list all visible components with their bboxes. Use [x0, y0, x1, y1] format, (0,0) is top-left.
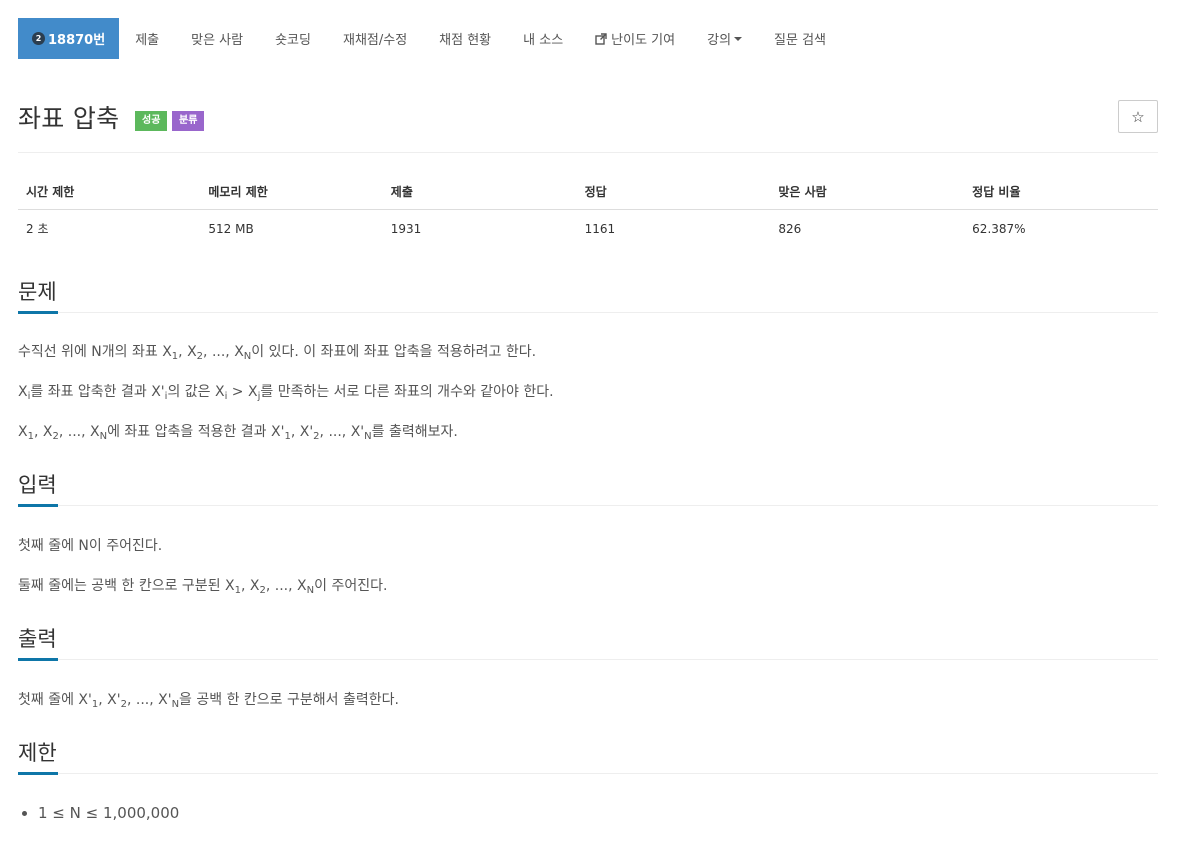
- problem-info-table: 시간 제한 메모리 제한 제출 정답 맞은 사람 정답 비율 2 초 512 M…: [18, 173, 1158, 246]
- status-badge: 성공: [135, 111, 168, 131]
- problem-paragraph-1: 수직선 위에 N개의 좌표 X1, X2, ..., XN이 있다. 이 좌표에…: [18, 344, 537, 362]
- table-header-row: 시간 제한 메모리 제한 제출 정답 맞은 사람 정답 비율: [18, 173, 1158, 210]
- accepted-value: 1161: [584, 221, 616, 236]
- input-paragraph-2: 둘째 줄에는 공백 한 칸으로 구분된 X1, X2, ..., XN이 주어진…: [18, 578, 388, 596]
- problem-section-body: 수직선 위에 N개의 좌표 X1, X2, ..., XN이 있다. 이 좌표에…: [18, 342, 1158, 442]
- nav-my-source[interactable]: 내 소스: [507, 18, 579, 59]
- output-section-body: 첫째 줄에 X'1, X'2, ..., X'N을 공백 한 칸으로 구분해서 …: [18, 690, 1158, 710]
- problem-section-header: 문제: [18, 261, 1158, 314]
- chevron-down-icon: [734, 36, 743, 41]
- tier-badge-icon: 2: [32, 32, 45, 45]
- input-paragraph-1: 첫째 줄에 N이 주어진다.: [18, 538, 163, 554]
- time-limit-value: 2 초: [26, 222, 49, 236]
- table-row: 2 초 512 MB 1931 1161 826 62.387%: [18, 210, 1158, 247]
- limits-section-header: 제한: [18, 722, 1158, 775]
- problem-section: 문제 수직선 위에 N개의 좌표 X1, X2, ..., XN이 있다. 이 …: [18, 261, 1158, 442]
- header-memory-limit: 메모리 제한: [200, 173, 383, 210]
- external-link-icon: [595, 32, 607, 45]
- page-header: 좌표 압축 성공 분류 ☆: [18, 59, 1158, 153]
- header-accepted: 정답: [576, 173, 771, 210]
- output-section: 출력 첫째 줄에 X'1, X'2, ..., X'N을 공백 한 칸으로 구분…: [18, 608, 1158, 710]
- input-section-body: 첫째 줄에 N이 주어진다. 둘째 줄에는 공백 한 칸으로 구분된 X1, X…: [18, 536, 1158, 596]
- input-section-header: 입력: [18, 454, 1158, 507]
- problem-paragraph-2: Xi를 좌표 압축한 결과 X'i의 값은 Xi > Xj를 만족하는 서로 다…: [18, 384, 554, 402]
- nav-rejudge[interactable]: 재채점/수정: [327, 18, 423, 59]
- nav-submit[interactable]: 제출: [119, 18, 175, 59]
- output-paragraph-1: 첫째 줄에 X'1, X'2, ..., X'N을 공백 한 칸으로 구분해서 …: [18, 692, 399, 710]
- header-time-limit: 시간 제한: [18, 173, 201, 210]
- input-section: 입력 첫째 줄에 N이 주어진다. 둘째 줄에는 공백 한 칸으로 구분된 X1…: [18, 454, 1158, 596]
- list-item: 1 ≤ N ≤ 1,000,000: [38, 804, 1158, 822]
- nav-lecture-label: 강의: [707, 33, 732, 48]
- section-underline: [18, 311, 58, 314]
- input-section-title: 입력: [18, 473, 57, 497]
- memory-limit-value: 512 MB: [208, 221, 254, 236]
- header-accept-ratio: 정답 비율: [964, 173, 1158, 210]
- nav-solved-users[interactable]: 맞은 사람: [175, 18, 259, 59]
- nav-short-coding[interactable]: 숏코딩: [259, 18, 327, 59]
- limits-section: 제한 1 ≤ N ≤ 1,000,000: [18, 722, 1158, 822]
- limits-section-title: 제한: [18, 741, 57, 765]
- section-underline: [18, 772, 58, 775]
- problem-section-title: 문제: [18, 280, 57, 304]
- nav-problem-id[interactable]: 2 18870번: [18, 18, 120, 59]
- nav-lecture-dropdown[interactable]: 강의: [691, 18, 758, 59]
- section-underline: [18, 658, 58, 661]
- submissions-value: 1931: [390, 221, 422, 236]
- limits-list: 1 ≤ N ≤ 1,000,000: [18, 804, 1158, 822]
- category-badge[interactable]: 분류: [172, 111, 205, 131]
- section-underline: [18, 504, 58, 507]
- header-solved-users: 맞은 사람: [770, 173, 965, 210]
- nav-status[interactable]: 채점 현황: [423, 18, 507, 59]
- nav-problem-id-label: 18870번: [48, 33, 106, 48]
- solved-users-value: 826: [778, 221, 802, 236]
- problem-nav: 2 18870번 제출 맞은 사람 숏코딩 재채점/수정 채점 현황 내 소스 …: [18, 18, 1158, 59]
- output-section-title: 출력: [18, 627, 57, 651]
- star-icon: ☆: [1131, 107, 1145, 126]
- accept-ratio-value: 62.387%: [972, 221, 1026, 236]
- problem-paragraph-3: X1, X2, ..., XN에 좌표 압축을 적용한 결과 X'1, X'2,…: [18, 424, 458, 442]
- favorite-button[interactable]: ☆: [1118, 100, 1158, 133]
- nav-difficulty-contrib[interactable]: 난이도 기여: [579, 18, 691, 59]
- header-submissions: 제출: [382, 173, 577, 210]
- page-title: 좌표 압축: [18, 104, 120, 133]
- output-section-header: 출력: [18, 608, 1158, 661]
- nav-difficulty-contrib-label: 난이도 기여: [611, 33, 676, 48]
- nav-question-search[interactable]: 질문 검색: [758, 18, 842, 59]
